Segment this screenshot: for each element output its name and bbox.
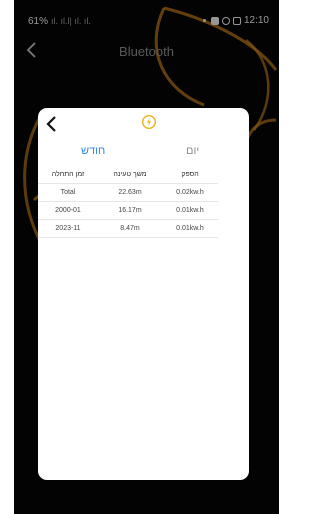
row-power: 0.01kw.h	[176, 225, 204, 232]
dialog-back-icon[interactable]	[44, 113, 60, 135]
charging-history-dialog: חודש יום	[38, 108, 249, 480]
header-power: הספק	[181, 171, 199, 178]
table-header: זמן התחלה משך טעינה הספק	[38, 166, 218, 184]
row-start-time: Total	[60, 189, 76, 196]
table-row: 2000-01 16.17m 0.01kw.h	[38, 202, 218, 220]
tab-month[interactable]: חודש	[81, 145, 105, 157]
tab-day[interactable]: יום	[186, 145, 199, 157]
period-tabs: חודש יום	[38, 145, 249, 161]
row-duration: 16.17m	[118, 207, 142, 214]
row-duration: 8.47m	[120, 225, 140, 232]
row-power: 0.01kw.h	[176, 207, 204, 214]
row-start-time: 2000-01	[55, 207, 81, 214]
clock-lightning-icon	[141, 114, 157, 130]
table-row: 2023-11 8.47m 0.01kw.h	[38, 220, 218, 238]
charging-table: זמן התחלה משך טעינה הספק Total 22.63m 0.…	[38, 166, 218, 238]
table-row: Total 22.63m 0.02kw.h	[38, 184, 218, 202]
header-duration: משך טעינה	[113, 171, 147, 178]
header-start-time: זמן התחלה	[51, 171, 85, 178]
row-power: 0.02kw.h	[176, 189, 204, 196]
row-start-time: 2023-11	[55, 225, 81, 232]
row-duration: 22.63m	[118, 189, 142, 196]
